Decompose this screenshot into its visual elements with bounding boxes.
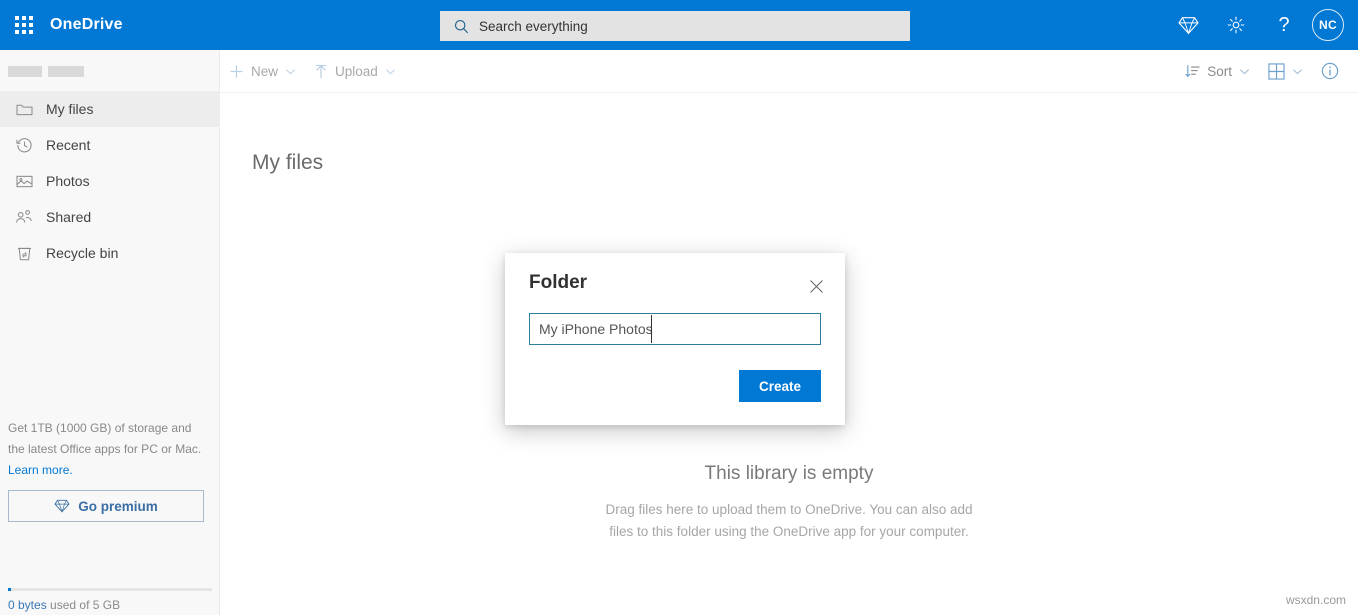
empty-state-line-1: Drag files here to upload them to OneDri… — [220, 499, 1358, 521]
promo-line-2: the latest Office apps for PC or Mac. — [8, 439, 208, 460]
dialog-title: Folder — [529, 272, 587, 294]
suite-header-bar: OneDrive ? — [0, 0, 1358, 50]
search-box[interactable] — [440, 11, 910, 41]
app-launcher-button[interactable] — [0, 0, 48, 50]
premium-promo: Get 1TB (1000 GB) of storage and the lat… — [8, 418, 208, 522]
account-name-redacted — [8, 66, 84, 77]
chevron-down-icon — [1239, 66, 1250, 77]
gear-icon — [1226, 15, 1246, 35]
new-button-label: New — [251, 64, 278, 79]
sidebar-item-label: Shared — [40, 209, 91, 225]
tiles-view-icon — [1268, 63, 1285, 80]
waffle-grid-icon — [15, 16, 33, 34]
help-button[interactable]: ? — [1260, 0, 1308, 50]
recycle-bin-icon — [8, 245, 40, 262]
upload-button[interactable]: Upload — [305, 50, 405, 93]
sidebar-item-label: Recycle bin — [40, 245, 118, 261]
sidebar-item-label: Photos — [40, 173, 90, 189]
photo-icon — [8, 174, 40, 189]
command-bar-right: Sort — [1176, 50, 1358, 93]
upload-arrow-icon — [314, 64, 328, 79]
suite-actions: ? NC — [1164, 0, 1350, 50]
folder-icon — [8, 102, 40, 117]
empty-state: This library is empty Drag files here to… — [220, 463, 1358, 543]
storage-meter: 0 bytes used of 5 GB — [8, 588, 212, 612]
sort-icon — [1185, 64, 1200, 79]
sort-button-label: Sort — [1207, 64, 1232, 79]
premium-diamond-icon — [54, 499, 70, 513]
sidebar-item-my-files[interactable]: My files — [0, 91, 220, 127]
page-title: My files — [252, 151, 323, 175]
sidebar-item-recent[interactable]: Recent — [0, 127, 220, 163]
chevron-down-icon — [385, 66, 396, 77]
premium-diamond-button[interactable] — [1164, 0, 1212, 50]
close-button[interactable] — [801, 271, 831, 301]
watermark: wsxdn.com — [1286, 593, 1346, 607]
command-bar: New Upload — [220, 50, 1358, 93]
view-switcher-button[interactable] — [1259, 50, 1312, 93]
sidebar-item-label: Recent — [40, 137, 90, 153]
onedrive-app-window: OneDrive ? — [0, 0, 1358, 615]
sidebar-nav-list: My files Recent — [0, 91, 220, 271]
chevron-down-icon — [285, 66, 296, 77]
promo-line-1: Get 1TB (1000 GB) of storage and — [8, 418, 208, 439]
chevron-down-icon — [1292, 66, 1303, 77]
plus-icon — [229, 64, 244, 79]
close-icon — [809, 279, 824, 294]
storage-label: 0 bytes used of 5 GB — [8, 598, 212, 612]
search-icon — [454, 19, 469, 34]
empty-state-title: This library is empty — [220, 463, 1358, 485]
text-cursor — [651, 315, 652, 343]
upload-button-label: Upload — [335, 64, 378, 79]
empty-state-description: Drag files here to upload them to OneDri… — [220, 499, 1358, 543]
sort-button[interactable]: Sort — [1176, 50, 1259, 93]
new-button[interactable]: New — [220, 50, 305, 93]
clock-history-icon — [8, 137, 40, 154]
empty-state-line-2: files to this folder using the OneDrive … — [220, 521, 1358, 543]
info-circle-icon — [1321, 62, 1339, 80]
people-icon — [8, 209, 40, 225]
storage-total-value: used of 5 GB — [47, 598, 120, 612]
go-premium-label: Go premium — [78, 499, 158, 514]
brand-title[interactable]: OneDrive — [50, 16, 123, 34]
sidebar: My files Recent — [0, 50, 220, 615]
help-question-icon: ? — [1278, 15, 1289, 35]
sidebar-item-label: My files — [40, 101, 93, 117]
sidebar-item-shared[interactable]: Shared — [0, 199, 220, 235]
create-button[interactable]: Create — [739, 370, 821, 402]
learn-more-link[interactable]: Learn more. — [8, 460, 208, 481]
create-folder-dialog: Folder Create — [505, 253, 845, 425]
details-info-button[interactable] — [1312, 50, 1348, 93]
avatar[interactable]: NC — [1312, 9, 1344, 41]
storage-progress-bar — [8, 588, 212, 591]
go-premium-button[interactable]: Go premium — [8, 490, 204, 522]
search-input[interactable] — [479, 19, 900, 34]
storage-used-value: 0 bytes — [8, 598, 47, 612]
settings-button[interactable] — [1212, 0, 1260, 50]
premium-diamond-icon — [1178, 16, 1199, 35]
sidebar-item-recycle-bin[interactable]: Recycle bin — [0, 235, 220, 271]
sidebar-item-photos[interactable]: Photos — [0, 163, 220, 199]
folder-name-input[interactable] — [529, 313, 821, 345]
